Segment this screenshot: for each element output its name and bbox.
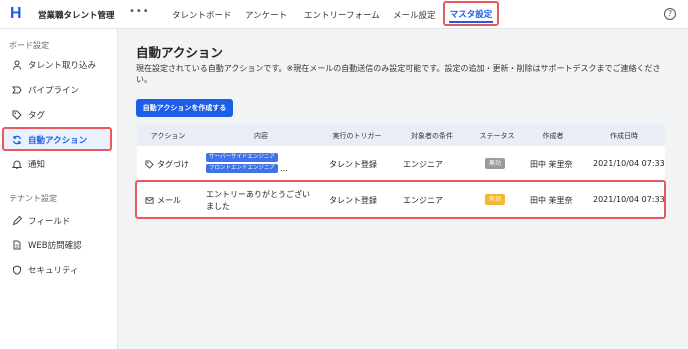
sidebar-item-label: パイプライン [28,86,80,96]
column-header-created-at: 作成日時 [610,132,638,140]
column-header-creator: 作成者 [542,132,564,140]
row-condition: エンジニア [403,160,443,169]
nav-talent-board[interactable]: タレントボード [172,9,232,21]
nav-mail-settings[interactable]: メール設定 [393,9,436,21]
sidebar-section-tenant: テナント設定 [9,194,57,203]
app-name[interactable]: 営業職タレント管理 [38,9,115,21]
sidebar-item-tag[interactable]: タグ [12,108,45,122]
tag-icon [12,110,22,120]
sidebar-item-label: 通知 [28,160,46,170]
sidebar-item-label: 自動アクション [28,136,88,146]
row-trigger: タレント登録 [329,160,377,169]
sidebar-section-board: ボード設定 [9,41,49,50]
sidebar-item-label: タレント取り込み [28,61,97,71]
row-action: タグづけ [145,159,189,170]
nav-entry-form[interactable]: エントリーフォーム [304,9,380,21]
sidebar-item-talent-import[interactable]: タレント取り込み [12,58,96,72]
more-tags-ellipsis: ... [280,164,288,173]
sidebar-item-label: WEB訪問確認 [28,241,82,251]
sidebar-item-label: セキュリティ [28,266,79,276]
content-tag: フロントエンドエンジニア [206,164,279,173]
table-header: アクション 内容 実行のトリガー 対象者の条件 ステータス 作成者 作成日時 [137,124,665,146]
active-underline [449,21,493,23]
sidebar: ボード設定 タレント取り込み パイプライン タグ 自動アクション 通知 テナント… [0,29,118,349]
column-header-trigger: 実行のトリガー [332,132,382,140]
sidebar-item-security[interactable]: セキュリティ [12,263,79,277]
column-header-content: 内容 [254,132,268,140]
nav-survey[interactable]: アンケート [245,9,287,21]
sidebar-item-web-visit[interactable]: WEB訪問確認 [12,238,82,252]
nav-master-settings[interactable]: マスタ設定 [443,1,499,26]
sidebar-item-label: フィールド [28,217,71,227]
document-icon [13,240,21,250]
pencil-icon [12,216,22,226]
status-badge: 無効 [485,158,506,169]
sidebar-item-pipeline[interactable]: パイプライン [12,83,79,97]
page-title: 自動アクション [136,45,223,60]
column-header-condition: 対象者の条件 [411,132,453,140]
create-auto-action-button[interactable]: 自動アクションを作成する [136,99,233,117]
app-logo[interactable]: H [10,5,22,23]
help-icon[interactable]: ? [664,8,676,20]
bell-icon [12,160,22,169]
row-created-at: 2021/10/04 07:33 [593,159,665,168]
row-highlight-frame [135,180,666,219]
sidebar-item-notification[interactable]: 通知 [12,157,45,171]
pipeline-icon [12,86,22,94]
nav-master-settings-label: マスタ設定 [449,10,493,20]
shield-icon [13,265,21,275]
row-creator: 田中 茉里奈 [530,160,573,169]
column-header-status: ステータス [479,132,515,140]
person-icon [13,60,21,70]
sidebar-item-auto-action-content[interactable]: 自動アクション [12,133,87,147]
more-icon[interactable]: ••• [129,6,150,17]
refresh-icon [12,135,22,145]
page-description: 現在設定されている自動アクションです。※現在メールの自動送信のみ設定可能です。設… [136,64,661,84]
column-header-action: アクション [150,132,186,140]
sidebar-item-label: タグ [28,111,46,121]
top-bar: H 営業職タレント管理 ••• タレントボード アンケート エントリーフォーム … [0,0,688,29]
row-action-label: タグづけ [157,160,189,169]
tag-icon [145,160,154,169]
sidebar-item-field[interactable]: フィールド [12,214,70,228]
content-tag: サーバーサイドエンジニア [206,153,278,162]
